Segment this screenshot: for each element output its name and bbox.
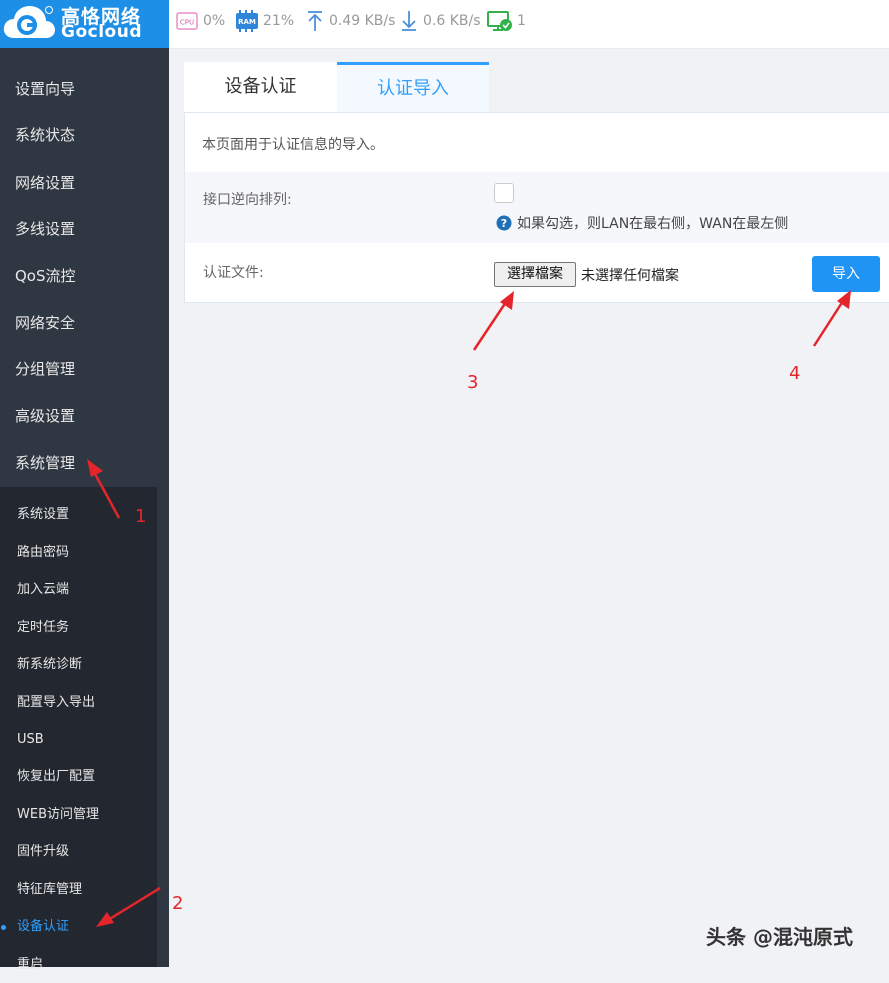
annotation-arrow-2 (96, 886, 161, 927)
annotation-arrows (87, 290, 851, 927)
annotation-label-4: 4 (789, 363, 801, 384)
annotation-arrow-1 (87, 459, 121, 519)
annotation-arrow-4 (812, 290, 851, 347)
annotation-label-3: 3 (467, 372, 479, 393)
annotation-label-2: 2 (172, 893, 184, 914)
annotation-label-1: 1 (135, 506, 147, 527)
annotation-arrow-3 (472, 291, 514, 351)
watermark: 头条 @混沌原式 (706, 925, 853, 949)
